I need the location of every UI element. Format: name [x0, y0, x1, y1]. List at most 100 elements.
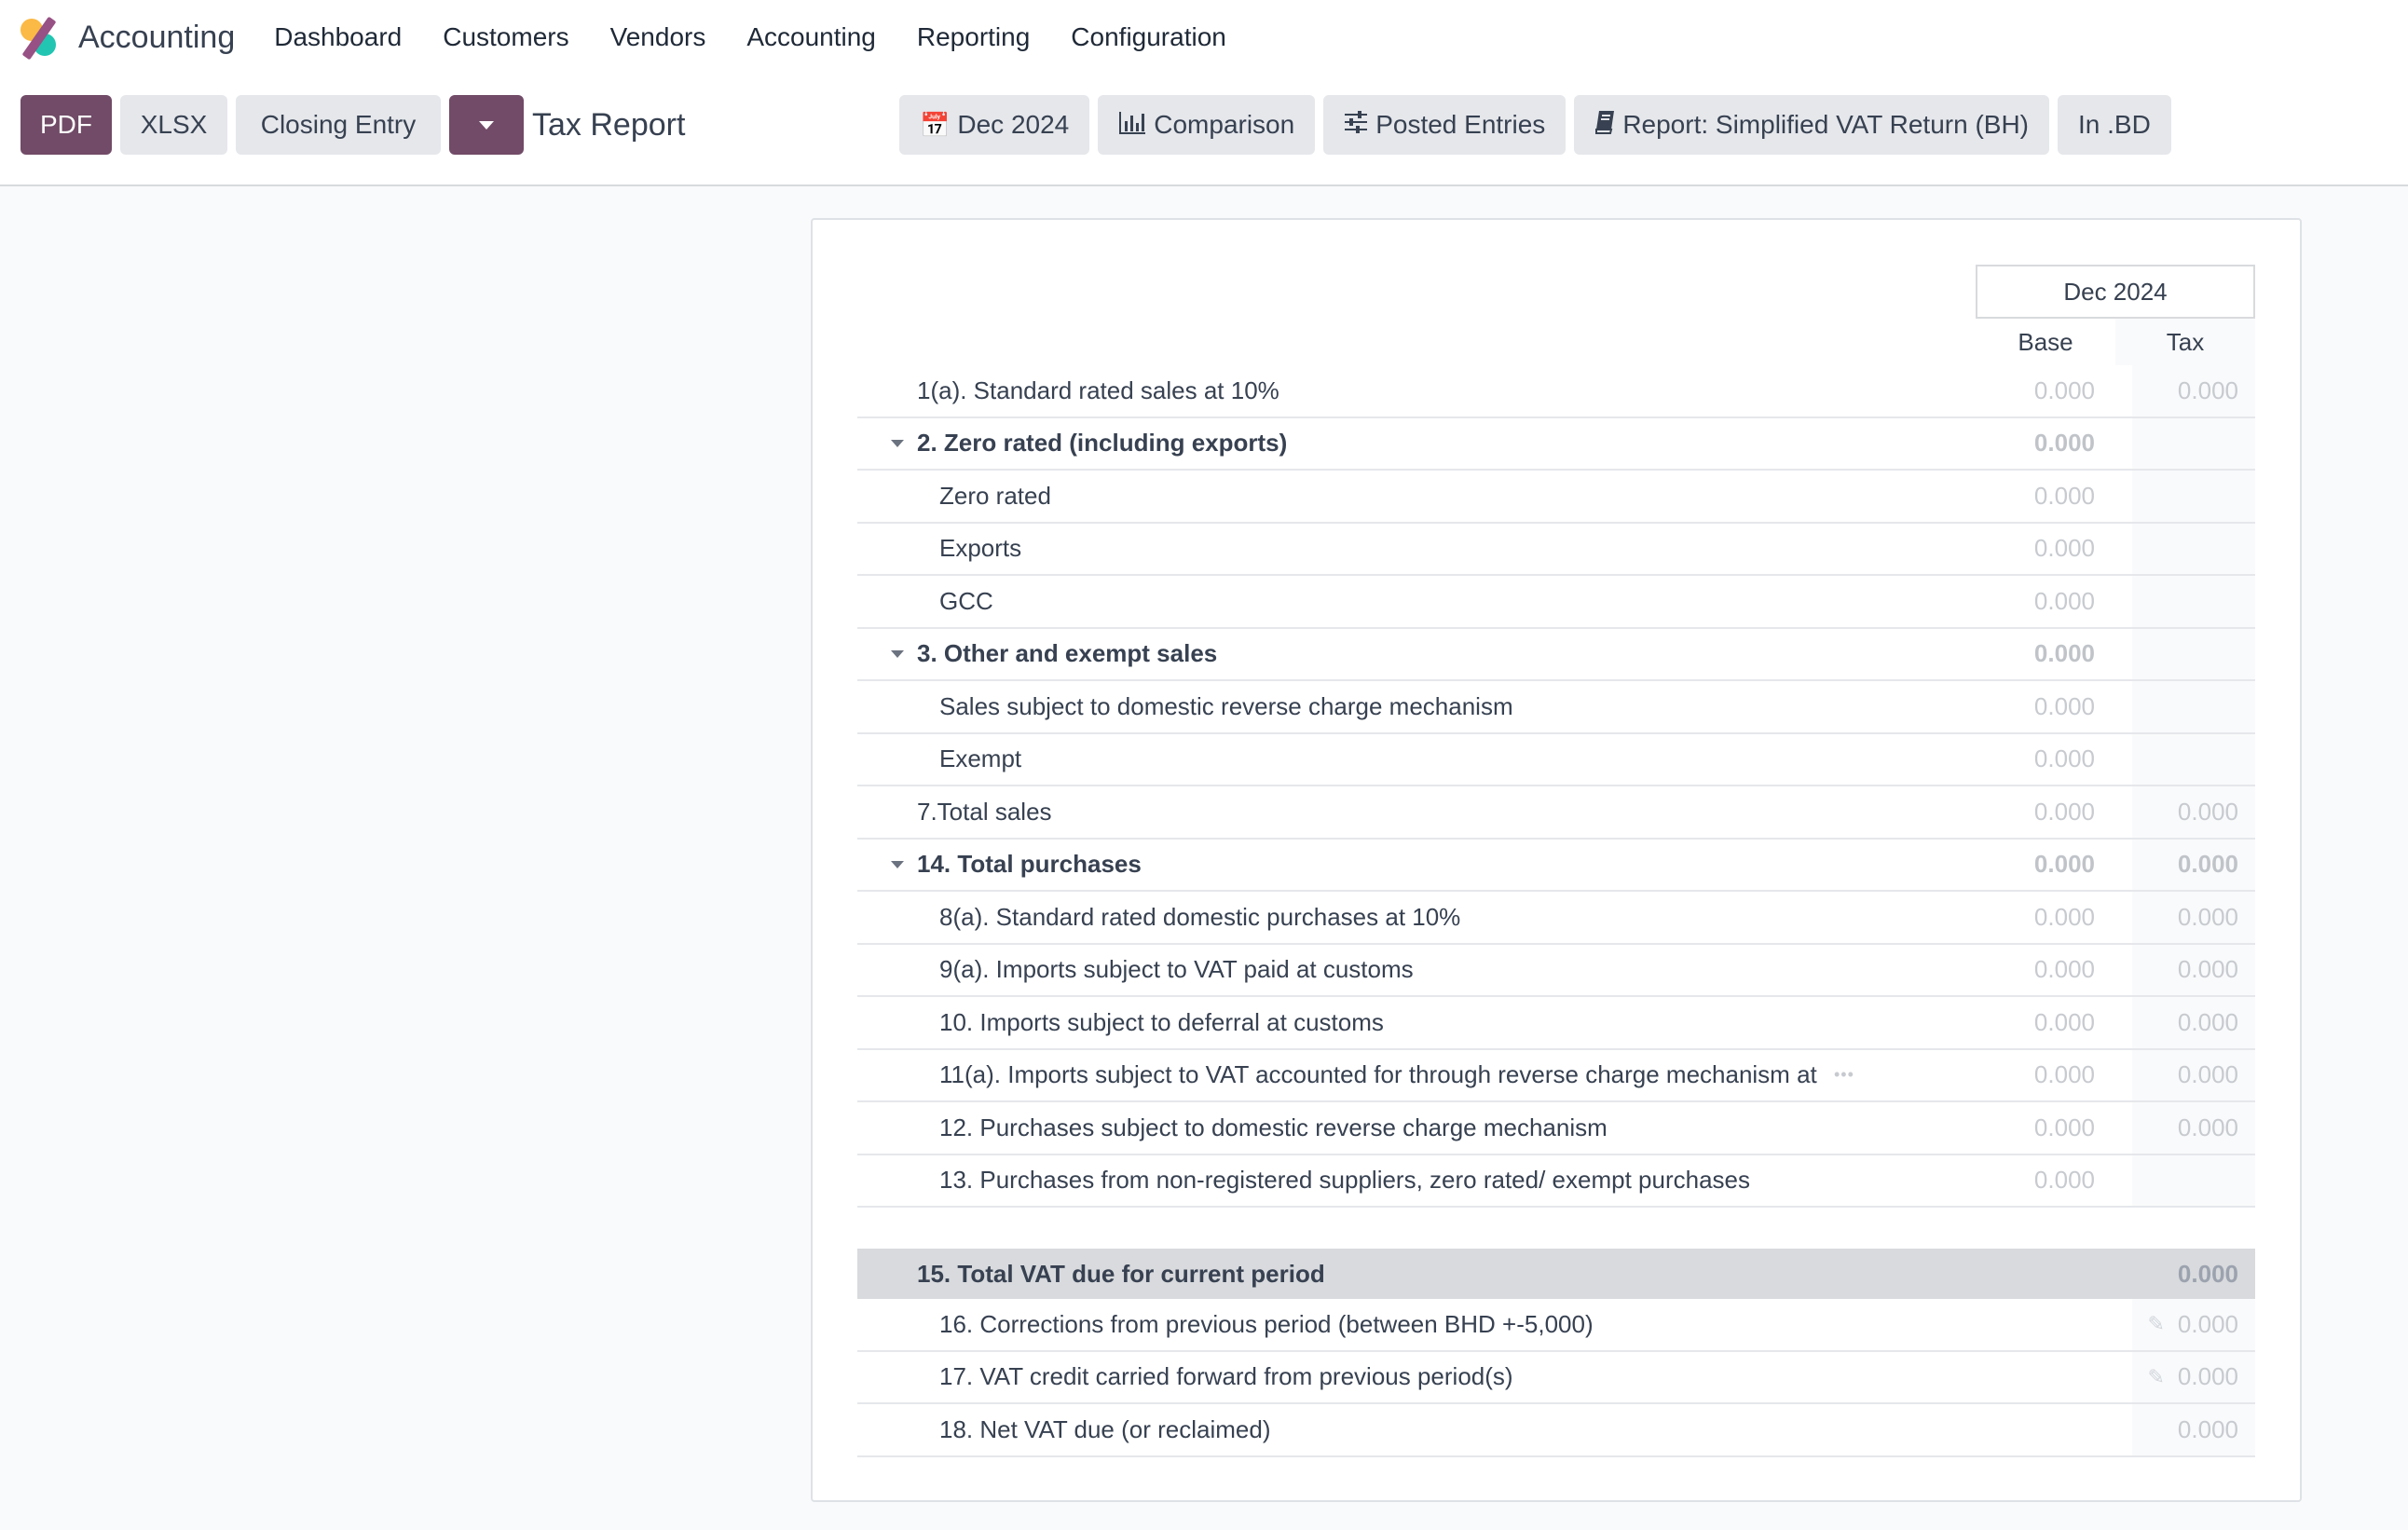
tax-amount[interactable]: 0.000	[2132, 997, 2255, 1048]
tax-amount[interactable]	[2132, 576, 2255, 627]
tax-amount[interactable]: 0.000	[2132, 365, 2255, 417]
nav-dashboard[interactable]: Dashboard	[274, 22, 402, 52]
nav-accounting[interactable]: Accounting	[746, 22, 876, 52]
tax-amount[interactable]	[2132, 733, 2255, 785]
base-amount[interactable]: 0.000	[1976, 1155, 2115, 1207]
base-amount[interactable]: 0.000	[1976, 997, 2115, 1048]
tax-amount: 0.000	[2177, 1414, 2238, 1443]
line-label: Zero rated	[939, 481, 1051, 510]
report-line-row[interactable]: 7.Total sales 0.000 0.000	[857, 786, 2255, 840]
base-amount[interactable]: 0.000	[1976, 892, 2115, 943]
ellipsis-icon[interactable]: •••	[1834, 1065, 1854, 1085]
report-line-row[interactable]: 11(a). Imports subject to VAT accounted …	[857, 1049, 2255, 1102]
column-headers: Base Tax	[1976, 319, 2255, 365]
report-variant-button[interactable]: Report: Simplified VAT Return (BH)	[1574, 95, 2050, 155]
base-amount[interactable]: 0.000	[1976, 1050, 2115, 1101]
report-line-row[interactable]: 12. Purchases subject to domestic revers…	[857, 1102, 2255, 1155]
tax-amount[interactable]: 0.000	[2132, 839, 2255, 890]
line-label: Exports	[939, 534, 1022, 563]
pencil-icon[interactable]: ✎	[2147, 1365, 2164, 1389]
report-line-row[interactable]: GCC 0.000	[857, 576, 2255, 629]
report-line-row[interactable]: 16. Corrections from previous period (be…	[857, 1299, 2255, 1352]
tax-amount[interactable]	[2132, 471, 2255, 522]
tax-amount[interactable]: 0.000	[2132, 892, 2255, 943]
comparison-filter-button[interactable]: Comparison	[1098, 95, 1316, 155]
line-label: 7.Total sales	[917, 797, 1052, 826]
tax-amount[interactable]	[2132, 628, 2255, 679]
tax-amount[interactable]	[2132, 417, 2255, 469]
report-line-row[interactable]: 10. Imports subject to deferral at custo…	[857, 997, 2255, 1050]
base-amount[interactable]: 0.000	[1976, 629, 2115, 680]
column-header-base: Base	[2018, 328, 2073, 356]
xlsx-button[interactable]: XLSX	[120, 95, 227, 155]
tax-amount[interactable]	[2132, 681, 2255, 732]
collapse-caret-icon[interactable]	[891, 439, 904, 447]
more-actions-dropdown-button[interactable]	[449, 95, 524, 155]
report-line-row[interactable]: Zero rated 0.000	[857, 471, 2255, 524]
report-section-row[interactable]: 14. Total purchases 0.000 0.000	[857, 839, 2255, 892]
line-label: 2. Zero rated (including exports)	[917, 429, 1288, 458]
base-amount[interactable]: 0.000	[1976, 840, 2115, 891]
report-section-row[interactable]: 3. Other and exempt sales 0.000	[857, 628, 2255, 681]
base-amount[interactable]: 0.000	[1976, 945, 2115, 996]
book-icon	[1594, 110, 1615, 141]
tax-amount-cell[interactable]: ✎ 0.000	[2132, 1351, 2255, 1402]
tax-amount[interactable]: 0.000	[2132, 1102, 2255, 1154]
report-filters: 📅 Dec 2024 Comparison Posted Entries Rep…	[899, 95, 2180, 155]
report-line-row[interactable]: Exports 0.000	[857, 523, 2255, 576]
base-amount[interactable]: 0.000	[1976, 524, 2115, 575]
total-vat-label: 15. Total VAT due for current period	[917, 1259, 1325, 1288]
nav-reporting[interactable]: Reporting	[917, 22, 1030, 52]
nav-configuration[interactable]: Configuration	[1071, 22, 1226, 52]
line-label: GCC	[939, 586, 993, 615]
main-navigation: Accounting Dashboard Customers Vendors A…	[19, 13, 1267, 61]
tax-amount[interactable]	[2132, 523, 2255, 574]
base-amount[interactable]: 0.000	[1976, 365, 2115, 417]
tax-amount[interactable]: 0.000	[2132, 1049, 2255, 1100]
line-label: 12. Purchases subject to domestic revers…	[939, 1113, 1608, 1141]
base-amount[interactable]: 0.000	[1976, 734, 2115, 785]
app-title[interactable]: Accounting	[78, 20, 235, 56]
line-label: 9(a). Imports subject to VAT paid at cus…	[939, 955, 1414, 984]
report-line-row[interactable]: 8(a). Standard rated domestic purchases …	[857, 892, 2255, 945]
tax-amount[interactable]: 0.000	[2132, 944, 2255, 995]
collapse-caret-icon[interactable]	[891, 860, 904, 868]
report-line-row[interactable]: Sales subject to domestic reverse charge…	[857, 681, 2255, 734]
line-label: 8(a). Standard rated domestic purchases …	[939, 902, 1461, 931]
base-amount[interactable]: 0.000	[1976, 471, 2115, 522]
report-line-row[interactable]: 17. VAT credit carried forward from prev…	[857, 1351, 2255, 1404]
base-amount[interactable]: 0.000	[1976, 418, 2115, 470]
report-line-row[interactable]: 1(a). Standard rated sales at 10% 0.000 0.…	[857, 365, 2255, 418]
line-label: 11(a). Imports subject to VAT accounted …	[939, 1060, 1817, 1089]
nav-customers[interactable]: Customers	[443, 22, 568, 52]
base-amount[interactable]: 0.000	[1976, 786, 2115, 838]
base-amount[interactable]: 0.000	[1976, 681, 2115, 732]
line-label: Exempt	[939, 745, 1022, 773]
sliders-icon	[1344, 110, 1368, 141]
date-filter-button[interactable]: 📅 Dec 2024	[899, 95, 1090, 155]
tax-amount-cell[interactable]: ✎ 0.000	[2132, 1299, 2255, 1350]
report-title: Tax Report	[532, 106, 686, 143]
report-line-row[interactable]: Exempt 0.000	[857, 733, 2255, 786]
report-section-row[interactable]: 2. Zero rated (including exports) 0.000	[857, 417, 2255, 471]
report-line-row[interactable]: 9(a). Imports subject to VAT paid at cus…	[857, 944, 2255, 997]
pdf-button[interactable]: PDF	[21, 95, 112, 155]
posted-entries-filter-button[interactable]: Posted Entries	[1323, 95, 1567, 155]
line-label: Sales subject to domestic reverse charge…	[939, 691, 1513, 720]
currency-filter-button[interactable]: In .BD	[2058, 95, 2171, 155]
app-logo-icon[interactable]	[19, 16, 60, 61]
base-amount	[1976, 1404, 2115, 1455]
pencil-icon[interactable]: ✎	[2147, 1312, 2164, 1336]
base-amount[interactable]: 0.000	[1976, 576, 2115, 627]
report-line-row[interactable]: 13. Purchases from non-registered suppli…	[857, 1154, 2255, 1208]
report-line-row[interactable]: 18. Net VAT due (or reclaimed) 0.000	[857, 1404, 2255, 1457]
tax-amount[interactable]	[2132, 1154, 2255, 1206]
nav-vendors[interactable]: Vendors	[610, 22, 706, 52]
tax-amount[interactable]: 0.000	[2132, 786, 2255, 838]
closing-entry-button[interactable]: Closing Entry	[236, 95, 441, 155]
line-label: 10. Imports subject to deferral at custo…	[939, 1007, 1384, 1036]
report-sheet: Dec 2024 Base Tax 1(a). Standard rated s…	[811, 218, 2302, 1502]
tax-amount: 0.000	[2177, 1362, 2238, 1391]
base-amount[interactable]: 0.000	[1976, 1102, 2115, 1154]
collapse-caret-icon[interactable]	[891, 649, 904, 658]
